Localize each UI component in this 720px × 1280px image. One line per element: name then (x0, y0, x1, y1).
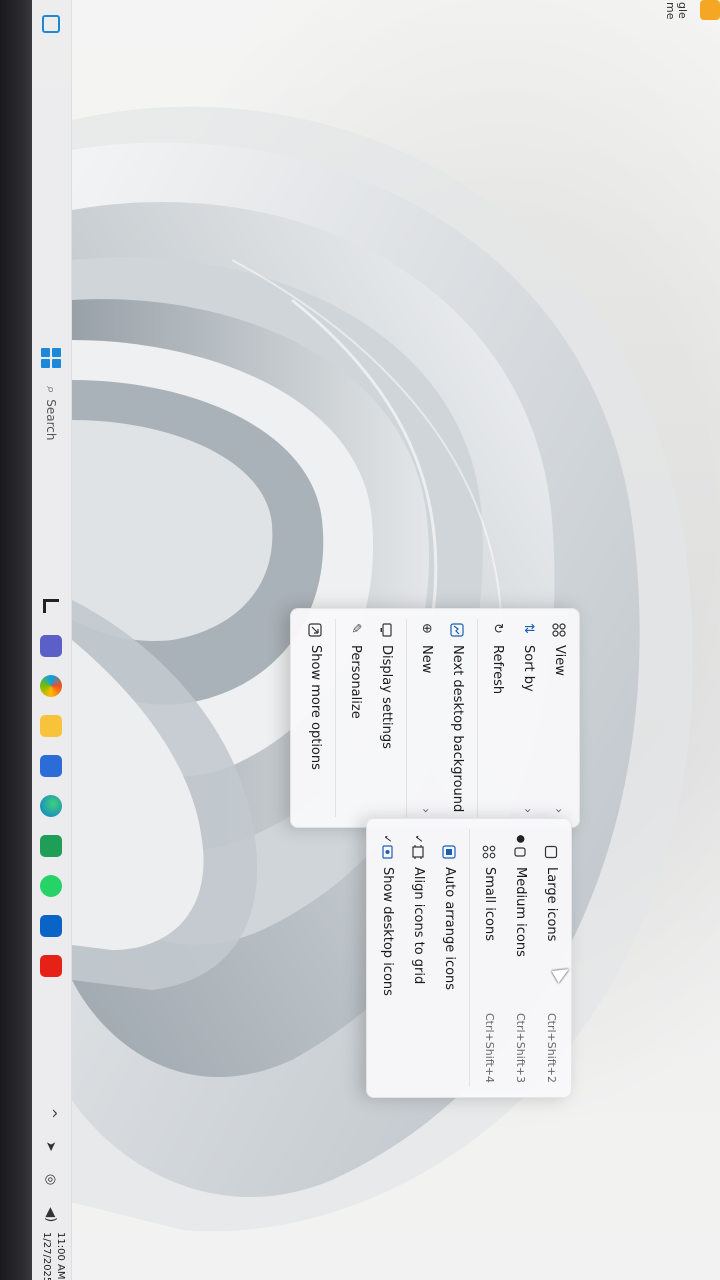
chevron-right-icon: › (552, 808, 567, 813)
menu-item-label: Show more options (308, 645, 323, 770)
submenu-item-label: Medium icons (513, 867, 528, 957)
taskbar-clock[interactable]: 11:00 AM 1/27/2025 (39, 1232, 67, 1280)
sheets-icon (40, 835, 62, 857)
submenu-item-medium-icons[interactable]: ● Medium icons Ctrl+Shift+3 (505, 823, 536, 1093)
submenu-item-auto-arrange[interactable]: Auto arrange icons (434, 823, 465, 1093)
start-button[interactable] (37, 344, 65, 372)
menu-divider (469, 829, 470, 1087)
submenu-item-label: Show desktop icons (380, 867, 395, 996)
submenu-item-large-icons[interactable]: Large icons Ctrl+Shift+2 (536, 823, 567, 1093)
folder-icon (40, 715, 62, 737)
desktop-context-menu: View › ⇅ Sort by › ↻ Refresh Next deskto… (290, 608, 580, 828)
menu-divider (406, 619, 407, 817)
show-desktop-icon (381, 845, 395, 867)
taskbar: ⌕ Search ^ ➤ ◎ ◀) 11:00 AM 1/27/2025 (32, 0, 72, 1280)
clock-time: 11:00 AM (55, 1232, 66, 1280)
clock-date: 1/27/2025 (41, 1232, 52, 1280)
menu-item-label: Display settings (379, 645, 394, 749)
monitor-bezel (0, 0, 32, 1280)
edge-icon (40, 795, 62, 817)
submenu-item-align-to-grid[interactable]: ✓ Align icons to grid (403, 823, 434, 1093)
menu-item-label: View (552, 645, 567, 676)
sort-icon: ⇅ (521, 623, 536, 634)
wallpaper-icon (450, 623, 465, 645)
submenu-item-label: Large icons (544, 867, 559, 942)
refresh-icon: ↻ (490, 623, 505, 634)
auto-arrange-icon (442, 845, 457, 867)
shortcut-text: Ctrl+Shift+3 (514, 1012, 527, 1083)
view-submenu: Large icons Ctrl+Shift+2 ● Medium icons … (366, 818, 572, 1098)
shortcut-text: Ctrl+Shift+2 (545, 1012, 558, 1083)
menu-item-label: Refresh (490, 645, 505, 695)
display-icon (380, 623, 394, 645)
widgets-button[interactable] (37, 10, 65, 38)
store-icon (40, 755, 62, 777)
align-grid-icon (412, 845, 426, 867)
menu-item-personalize[interactable]: ✎ Personalize (340, 613, 371, 823)
taskbar-search[interactable]: ⌕ Search (37, 386, 65, 476)
shortcut-text: Ctrl+Shift+4 (483, 1012, 496, 1083)
more-options-icon (308, 623, 323, 645)
desktop-app-icon[interactable] (700, 0, 720, 20)
task-view-button[interactable] (37, 592, 65, 620)
menu-item-label: New (419, 645, 434, 674)
youtube-icon (40, 955, 62, 977)
menu-item-new[interactable]: ⊕ New › (411, 613, 442, 823)
desktop-app-label: gle me (664, 2, 689, 20)
outlook-icon (40, 915, 62, 937)
menu-item-next-background[interactable]: Next desktop background (442, 613, 473, 823)
menu-item-label: Personalize (348, 645, 363, 719)
medium-icons-icon (514, 845, 528, 867)
taskbar-app-youtube[interactable] (37, 952, 65, 980)
small-icons-icon (483, 845, 497, 867)
submenu-item-label: Auto arrange icons (442, 867, 457, 991)
system-tray: ^ ➤ ◎ ◀) (32, 1108, 71, 1222)
taskbar-app-edge[interactable] (37, 792, 65, 820)
chevron-right-icon: › (521, 808, 536, 813)
taskbar-app-chat[interactable] (37, 632, 65, 660)
menu-item-label: Sort by (521, 645, 536, 692)
submenu-item-label: Small icons (482, 867, 497, 941)
desktop-photo: gle me View › ⇅ Sort by › ↻ Refresh Next… (32, 0, 720, 1280)
network-icon[interactable]: ◎ (44, 1174, 59, 1185)
desktop-screen: gle me View › ⇅ Sort by › ↻ Refresh Next… (32, 0, 720, 1280)
menu-item-view[interactable]: View › (544, 613, 575, 823)
search-icon: ⌕ (43, 386, 59, 394)
menu-item-label: Next desktop background (450, 645, 465, 813)
view-grid-icon (552, 623, 567, 645)
widgets-icon (42, 15, 60, 33)
menu-item-refresh[interactable]: ↻ Refresh (482, 613, 513, 823)
search-label: Search (44, 399, 58, 441)
windows-logo-icon (41, 348, 61, 368)
taskbar-app-copilot[interactable] (37, 672, 65, 700)
selected-bullet-icon: ● (515, 834, 526, 844)
taskbar-app-whatsapp[interactable] (37, 872, 65, 900)
submenu-item-label: Align icons to grid (411, 867, 426, 985)
location-icon[interactable]: ➤ (44, 1141, 59, 1152)
taskbar-app-outlook[interactable] (37, 912, 65, 940)
menu-divider (335, 619, 336, 817)
checkmark-icon: ✓ (412, 834, 425, 844)
taskbar-app-sheets[interactable] (37, 832, 65, 860)
new-plus-icon: ⊕ (419, 623, 434, 634)
taskbar-app-file-explorer[interactable] (37, 712, 65, 740)
submenu-item-show-desktop-icons[interactable]: ✓ Show desktop icons (372, 823, 403, 1093)
submenu-item-small-icons[interactable]: Small icons Ctrl+Shift+4 (474, 823, 505, 1093)
chevron-right-icon: › (419, 808, 434, 813)
menu-item-show-more-options[interactable]: Show more options (300, 613, 331, 823)
whatsapp-icon (40, 875, 62, 897)
brush-icon: ✎ (348, 623, 363, 634)
menu-item-sort-by[interactable]: ⇅ Sort by › (513, 613, 544, 823)
chat-icon (40, 635, 62, 657)
checkmark-icon: ✓ (381, 834, 394, 844)
volume-icon[interactable]: ◀) (44, 1207, 59, 1222)
copilot-icon (40, 675, 62, 697)
large-icons-icon (545, 845, 559, 867)
menu-item-display-settings[interactable]: Display settings (371, 613, 402, 823)
menu-divider (477, 619, 478, 817)
taskbar-app-store[interactable] (37, 752, 65, 780)
chevron-up-icon[interactable]: ^ (44, 1108, 59, 1119)
task-view-icon (43, 599, 59, 613)
